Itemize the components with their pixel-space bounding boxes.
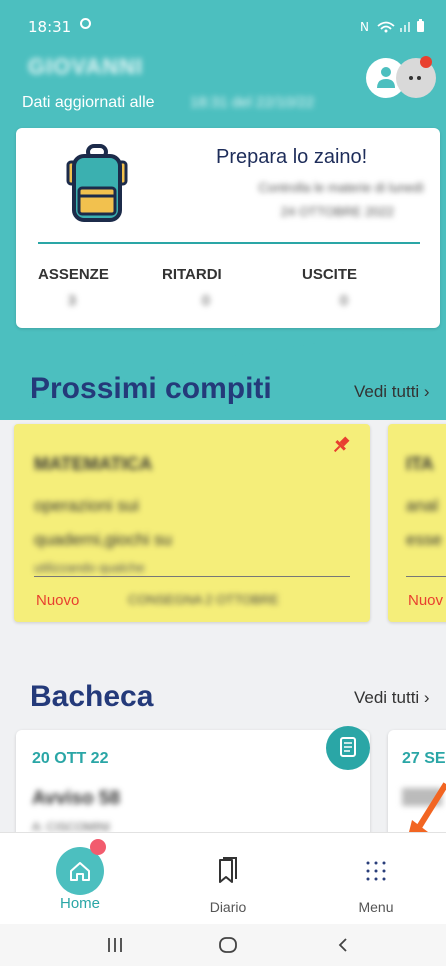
stat-label-ritardi: RITARDI [162,266,222,283]
dot [409,76,413,80]
wifi-icon [377,21,395,33]
divider [406,576,446,577]
signal-icon [400,22,410,32]
bottom-navigation: Home Diario Menu [0,832,446,925]
bacheca-heading: Bacheca [30,680,154,713]
nav-diario-label[interactable]: Diario [188,899,268,915]
notice-date: 20 OTT 22 [32,750,109,767]
stat-value-ritardi: 0 [202,292,210,308]
homework-line: utilizzando qualche [34,560,145,575]
homework-subject: MATEMATICA [34,454,153,474]
bacheca-see-all-link[interactable]: Vedi tutti › [354,688,430,708]
updated-label: Dati aggiornati alle [22,94,155,111]
nav-home-label: Home [59,895,100,912]
home-system-icon[interactable] [218,936,238,954]
status-bar: 18:31 N [0,0,446,40]
backpack-icon [66,144,128,222]
stat-value-uscite: 0 [340,292,348,308]
summary-card[interactable]: Prepara lo zaino! Controlla le materie d… [16,128,440,328]
notification-icon [80,18,91,29]
status-time: 18:31 [28,18,72,36]
battery-icon [417,19,424,32]
divider [38,242,420,244]
student-name: GIOVANNI [28,54,144,79]
homework-status: Nuovo [36,592,80,609]
compiti-heading: Prossimi compiti [30,372,272,405]
card-subtitle-line1: Controlla le materie di lunedì [258,180,424,195]
homework-subject: ITA [406,454,434,474]
stat-label-uscite: USCITE [302,266,358,283]
homework-status: Nuov [408,592,444,609]
homework-card[interactable]: ITA anal esse Nuov [388,424,446,622]
sim-icon: N [360,20,369,34]
homework-line: quaderni,giochi su [34,530,172,549]
homework-line: esse [406,530,442,549]
svg-text:N: N [360,20,369,34]
status-icons: N [360,19,424,34]
dot [417,76,421,80]
notice-date: 27 SE [402,750,446,767]
stat-value-assenze: 3 [68,292,76,308]
notice-type-badge [326,726,370,770]
pin-icon [333,436,350,453]
homework-card[interactable]: MATEMATICA operazioni sui quaderni,gioch… [14,424,370,622]
compiti-see-all-link[interactable]: Vedi tutti › [354,382,430,402]
divider [34,576,350,577]
card-title: Prepara lo zaino! [216,146,368,168]
document-icon [340,737,356,757]
notice-title: Avviso 58 [32,788,121,809]
back-icon[interactable] [336,936,350,954]
diary-icon[interactable] [216,857,240,885]
nav-menu-label[interactable]: Menu [336,899,416,915]
updated-value: 18:31 del 22/10/22 [190,94,315,111]
home-notification-badge [90,839,106,855]
recents-icon[interactable] [106,936,124,954]
homework-line: anal [406,496,439,515]
card-subtitle-line2: 24 OTTOBRE 2022 [280,204,394,219]
menu-grid-icon[interactable] [363,859,389,883]
stat-label-assenze: ASSENZE [38,266,109,283]
notification-badge [420,56,432,68]
homework-date: CONSEGNA 2 OTTOBRE [128,592,279,607]
system-navigation-bar [0,924,446,966]
homework-line: operazioni sui [34,496,139,515]
notice-card[interactable]: 20 OTT 22 Avviso 58 A: CISCOMINI [16,726,370,840]
